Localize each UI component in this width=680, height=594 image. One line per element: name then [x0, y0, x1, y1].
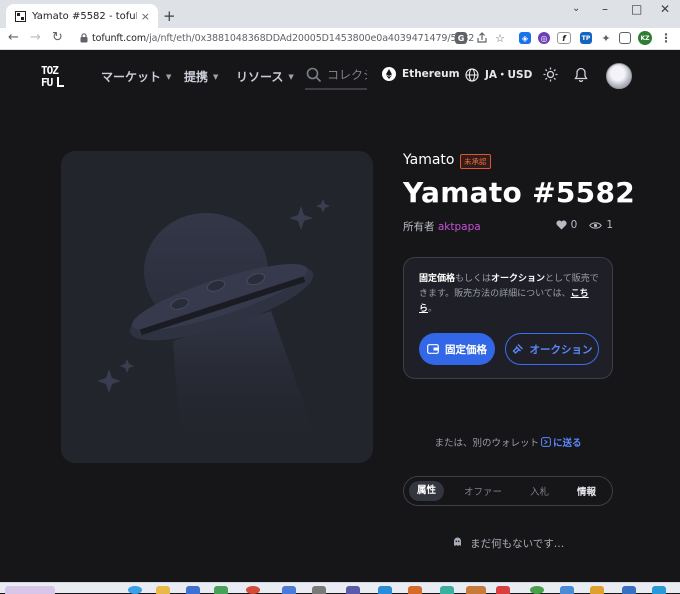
minimize-button[interactable]: – — [602, 2, 608, 16]
extension-circle-icon[interactable]: ◎ — [538, 32, 550, 44]
globe-icon — [465, 67, 479, 82]
tab-bids[interactable]: 入札 — [530, 484, 549, 498]
sale-options-card: 固定価格もしくはオークションとして販売できます。販売方法の詳細については、こちら… — [403, 257, 613, 379]
tab-title: Yamato #5582 - tofuNFT.com — [32, 10, 137, 22]
site-header: TOZ FU マーケット ▼ 提携 ▼ リソース ▼ Ethereum JA・USD — [0, 50, 680, 102]
forward-button[interactable]: → — [30, 30, 41, 45]
translate-icon[interactable]: G — [455, 32, 467, 44]
browser-tab[interactable]: Yamato #5582 - tofuNFT.com × — [6, 4, 158, 28]
extensions-puzzle-icon[interactable]: ✦ — [600, 32, 612, 45]
locale-selector[interactable]: JA・USD — [465, 67, 532, 82]
back-button[interactable]: ← — [8, 30, 19, 45]
nft-artwork — [61, 151, 373, 463]
collection-name[interactable]: Yamato — [403, 152, 454, 168]
profile-avatar[interactable]: KZ — [638, 31, 652, 45]
empty-state: まだ何もないです… — [403, 536, 613, 551]
auction-label: オークション — [529, 343, 593, 356]
browser-tab-strip: Yamato #5582 - tofuNFT.com × + ⌄ – □ ✕ — [0, 0, 680, 28]
chrome-menu-icon[interactable]: ⋮ — [660, 31, 672, 45]
tp-extension-icon[interactable]: TP — [580, 32, 592, 44]
browser-toolbar: ← → ↻ tofunft.com/ja/nft/eth/0x388104836… — [0, 28, 680, 50]
wallet-icon — [427, 344, 439, 354]
eye-icon — [589, 221, 603, 229]
auction-button[interactable]: オークション — [505, 333, 599, 365]
reload-button[interactable]: ↻ — [52, 30, 63, 45]
search-box — [305, 64, 367, 90]
tofu-mascot-icon — [453, 537, 461, 546]
tab-offers[interactable]: オファー — [464, 484, 502, 498]
detail-tabs: 属性 オファー 入札 情報 — [403, 476, 613, 506]
notification-bell-icon[interactable] — [574, 67, 588, 82]
tab-attributes[interactable]: 属性 — [409, 481, 445, 501]
network-selector[interactable]: Ethereum — [382, 67, 460, 81]
like-count: 0 — [570, 219, 578, 231]
send-prefix: または、別のウォレット — [434, 438, 539, 449]
chevron-down-icon: ▼ — [288, 73, 294, 81]
sale-description: 固定価格もしくはオークションとして販売できます。販売方法の詳細については、こちら… — [419, 274, 599, 314]
new-tab-button[interactable]: + — [163, 7, 176, 25]
tofunft-favicon-icon — [14, 10, 26, 22]
fixed-price-button[interactable]: 固定価格 — [419, 333, 495, 365]
ethereum-icon — [382, 67, 396, 81]
theme-sun-icon[interactable] — [543, 67, 558, 82]
gavel-icon — [512, 344, 523, 354]
nav-market[interactable]: マーケット ▼ — [101, 68, 171, 85]
nav-resources[interactable]: リソース ▼ — [236, 68, 294, 85]
empty-state-text: まだ何もないです… — [470, 538, 565, 550]
view-count: 1 — [606, 219, 613, 231]
tofu-logo-icon: TOZ FU — [41, 64, 64, 89]
fixed-price-label: 固定価格 — [445, 343, 487, 356]
tab-info[interactable]: 情報 — [577, 484, 596, 498]
owner-label: 所有者 — [403, 221, 435, 233]
url-host: tofunft.com — [92, 33, 147, 44]
ufo-artwork-image — [97, 199, 330, 451]
nav-resources-label: リソース — [236, 70, 284, 84]
search-icon — [306, 67, 322, 83]
share-icon[interactable] — [476, 32, 488, 44]
nav-market-label: マーケット — [101, 70, 162, 84]
nft-title: Yamato #5582 — [403, 176, 636, 209]
user-avatar[interactable] — [606, 63, 632, 89]
chevron-down-icon: ▼ — [166, 73, 172, 81]
nft-stats: 0 1 — [556, 219, 613, 231]
svg-text:FU: FU — [41, 76, 54, 89]
nav-offer[interactable]: 提携 ▼ — [184, 68, 218, 85]
bitwarden-icon[interactable]: ◈ — [519, 32, 531, 44]
side-panel-icon[interactable] — [619, 32, 631, 44]
send-link[interactable]: に送る — [539, 437, 582, 449]
search-input[interactable] — [327, 68, 367, 82]
chevron-down-icon: ▼ — [213, 73, 219, 81]
os-taskbar — [0, 582, 680, 594]
maximize-button[interactable]: □ — [631, 2, 642, 16]
owner-line: 所有者 aktpapa — [403, 219, 481, 234]
close-window-button[interactable]: ✕ — [660, 2, 670, 16]
page: TOZ FU マーケット ▼ 提携 ▼ リソース ▼ Ethereum JA・USD — [0, 50, 680, 582]
owner-link[interactable]: aktpapa — [438, 221, 481, 233]
font-extension-icon[interactable]: f — [557, 32, 571, 44]
bookmark-star-icon[interactable]: ☆ — [494, 32, 506, 45]
unverified-badge: 未承認 — [460, 154, 491, 169]
heart-icon[interactable] — [556, 220, 567, 230]
address-bar[interactable]: tofunft.com/ja/nft/eth/0x3881048368DDAd2… — [92, 33, 474, 44]
nav-offer-label: 提携 — [184, 70, 209, 84]
network-label: Ethereum — [402, 68, 460, 80]
lock-icon — [80, 33, 88, 43]
tab-list-icon[interactable]: ⌄ — [572, 3, 580, 14]
url-path: /ja/nft/eth/0x3881048368DDAd20005D145380… — [146, 33, 475, 44]
tofunft-logo[interactable]: TOZ FU — [40, 63, 66, 89]
send-arrow-icon — [541, 437, 551, 447]
send-to-wallet-line: または、別のウォレット に送る — [403, 435, 613, 449]
locale-label: JA・USD — [485, 69, 533, 81]
tab-close-icon[interactable]: × — [141, 10, 150, 23]
